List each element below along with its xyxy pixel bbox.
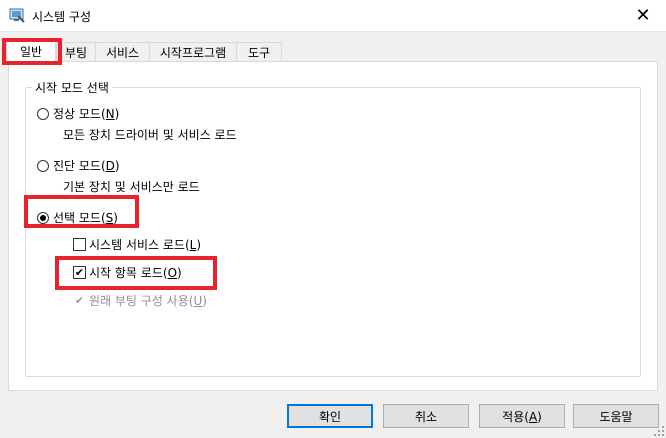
ok-button[interactable]: 확인 [287, 404, 373, 428]
help-button-label: 도움말 [599, 409, 633, 424]
tab-strip: 일반 부팅 서비스 시작프로그램 도구 [6, 40, 666, 62]
tab-panel-general: 시작 모드 선택 정상 모드(N) 모든 장치 드라이버 및 서비스 로드 진단… [8, 61, 658, 391]
tab-tools[interactable]: 도구 [236, 42, 282, 61]
use-original-boot-checkbox: ✔ 원래 부팅 구성 사용(U) [73, 292, 207, 309]
resize-grip-icon[interactable] [654, 426, 664, 436]
normal-accesskey: N [105, 107, 115, 121]
ok-button-label: 확인 [318, 409, 342, 424]
apply-accesskey: A [528, 409, 538, 424]
use-original-boot-box: ✔ [73, 294, 86, 307]
normal-startup-desc: 모든 장치 드라이버 및 서비스 로드 [63, 128, 237, 142]
load-startup-items-text: 시작 항목 로드 [89, 266, 163, 280]
tab-tools-label: 도구 [247, 45, 271, 60]
tab-startup[interactable]: 시작프로그램 [149, 42, 237, 61]
normal-label-text: 정상 모드 [53, 107, 101, 121]
window-title: 시스템 구성 [32, 10, 92, 24]
load-system-services-accesskey: L [189, 238, 197, 252]
tab-boot-label: 부팅 [64, 45, 88, 60]
load-system-services-text: 시스템 서비스 로드 [89, 238, 185, 252]
help-button[interactable]: 도움말 [573, 404, 659, 428]
selective-startup-radio[interactable]: 선택 모드(S) [37, 209, 118, 226]
close-icon: ✕ [635, 5, 651, 26]
diagnostic-startup-desc: 기본 장치 및 서비스만 로드 [63, 180, 200, 194]
apply-button-label: 적용(A) [502, 409, 542, 424]
tab-general[interactable]: 일반 [6, 40, 56, 62]
selective-accesskey: S [105, 211, 114, 225]
checkmark-icon: ✔ [74, 266, 85, 279]
apply-label-text: 적용 [502, 409, 525, 424]
diagnostic-accesskey: D [105, 159, 115, 173]
load-system-services-label: 시스템 서비스 로드(L) [89, 238, 202, 252]
load-startup-items-box: ✔ [73, 266, 86, 279]
normal-startup-radio[interactable]: 정상 모드(N) [37, 105, 119, 122]
title-bar: 시스템 구성 ✕ [0, 0, 666, 32]
cancel-button[interactable]: 취소 [383, 404, 469, 428]
load-startup-items-label: 시작 항목 로드(O) [89, 266, 182, 280]
tab-services[interactable]: 서비스 [95, 42, 150, 61]
diagnostic-startup-radio[interactable]: 진단 모드(D) [37, 157, 120, 174]
normal-startup-label: 정상 모드(N) [53, 107, 120, 121]
selective-startup-label: 선택 모드(S) [53, 211, 118, 225]
normal-radio-circle [37, 107, 49, 120]
checkmark-icon: ✔ [74, 294, 85, 307]
apply-button[interactable]: 적용(A) [479, 404, 565, 428]
system-config-icon [9, 8, 25, 23]
tab-startup-label: 시작프로그램 [159, 45, 227, 60]
tab-boot[interactable]: 부팅 [56, 42, 96, 61]
selective-radio-circle [37, 211, 49, 224]
load-startup-items-checkbox[interactable]: ✔ 시작 항목 로드(O) [73, 264, 182, 281]
group-legend: 시작 모드 선택 [32, 79, 112, 96]
diagnostic-radio-circle [37, 159, 49, 172]
use-original-boot-accesskey: U [193, 294, 203, 308]
diagnostic-label-text: 진단 모드 [53, 159, 101, 173]
load-system-services-checkbox[interactable]: 시스템 서비스 로드(L) [73, 236, 201, 253]
tab-services-label: 서비스 [105, 45, 140, 60]
startup-selection-group: 시작 모드 선택 정상 모드(N) 모든 장치 드라이버 및 서비스 로드 진단… [25, 79, 641, 377]
selective-label-text: 선택 모드 [53, 211, 101, 225]
use-original-boot-label: 원래 부팅 구성 사용(U) [89, 294, 207, 308]
close-button[interactable]: ✕ [620, 0, 666, 31]
load-system-services-box [73, 238, 86, 251]
use-original-boot-text: 원래 부팅 구성 사용 [89, 294, 189, 308]
cancel-button-label: 취소 [414, 409, 438, 424]
diagnostic-startup-label: 진단 모드(D) [53, 159, 120, 173]
load-startup-items-accesskey: O [167, 266, 178, 280]
tab-general-label: 일반 [19, 45, 43, 59]
